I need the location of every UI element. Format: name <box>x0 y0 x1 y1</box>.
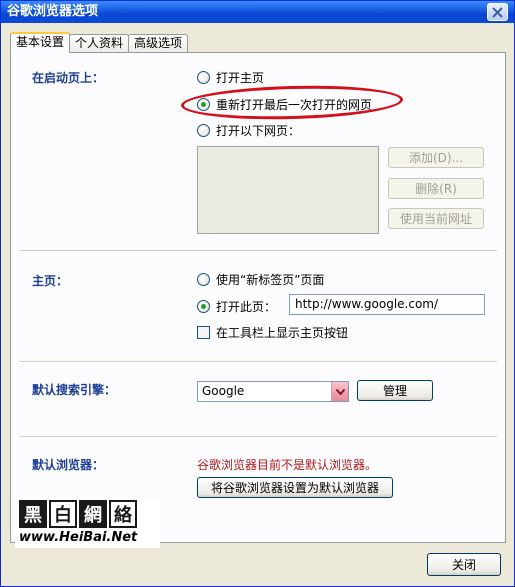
set-default-browser-button[interactable]: 将谷歌浏览器设置为默认浏览器 <box>197 477 393 498</box>
highlight-annotation <box>180 83 404 122</box>
tab-advanced[interactable]: 高级选项 <box>128 34 189 53</box>
startup-pages-list[interactable] <box>197 146 379 234</box>
default-browser-label: 默认浏览器： <box>32 458 105 472</box>
use-current-button[interactable]: 使用当前网址 <box>388 208 484 229</box>
radio-new-tab[interactable] <box>197 273 210 286</box>
manage-search-button[interactable]: 管理 <box>357 380 433 401</box>
watermark-logo: 黑 白 網 絡 <box>19 500 137 528</box>
watermark-char: 黑 <box>19 500 47 528</box>
show-home-button-checkbox[interactable] <box>197 326 210 339</box>
close-button[interactable]: 关闭 <box>427 553 501 576</box>
startup-option-homepage[interactable]: 打开主页 <box>197 69 264 86</box>
startup-option-pages[interactable]: 打开以下网页： <box>197 122 300 139</box>
startup-option-homepage-label: 打开主页 <box>216 71 265 85</box>
search-engine-select[interactable]: Google <box>197 381 349 402</box>
homepage-option-open-page-label: 打开此页： <box>216 300 277 314</box>
tab-personal[interactable]: 个人资料 <box>69 34 130 53</box>
default-browser-status: 谷歌浏览器目前不是默认浏览器。 <box>197 458 378 472</box>
close-window-button[interactable] <box>487 3 508 21</box>
remove-page-button[interactable]: 删除(R) <box>388 178 484 199</box>
divider <box>19 361 497 363</box>
watermark-char: 絡 <box>109 500 137 528</box>
basic-settings-panel: 在启动页上： 打开主页 重新打开最后一次打开的网页 打开以下网页： 添加(D).… <box>10 52 506 543</box>
divider <box>19 436 497 438</box>
watermark: 黑 白 網 絡 www.HeiBai.Net <box>15 498 160 548</box>
homepage-option-new-tab[interactable]: 使用“新标签页”页面 <box>197 271 324 288</box>
radio-homepage[interactable] <box>197 71 210 84</box>
search-engine-value: Google <box>202 384 245 398</box>
tab-strip: 基本设置 个人资料 高级选项 <box>10 32 189 53</box>
watermark-char: 白 <box>49 500 77 528</box>
tab-basic[interactable]: 基本设置 <box>10 32 71 53</box>
homepage-option-open-page[interactable]: 打开此页： <box>197 298 276 315</box>
startup-option-pages-label: 打开以下网页： <box>216 124 301 138</box>
homepage-label: 主页： <box>32 274 69 288</box>
add-page-button[interactable]: 添加(D)... <box>388 147 484 168</box>
show-home-button-option[interactable]: 在工具栏上显示主页按钮 <box>197 324 348 341</box>
title-bar[interactable]: 谷歌浏览器选项 <box>1 1 514 23</box>
chevron-down-icon[interactable] <box>331 382 348 401</box>
close-icon <box>492 6 503 18</box>
homepage-url-input[interactable]: http://www.google.com/ <box>289 294 485 315</box>
show-home-button-label: 在工具栏上显示主页按钮 <box>216 326 349 340</box>
startup-label: 在启动页上： <box>32 71 105 85</box>
radio-open-pages[interactable] <box>197 124 210 137</box>
watermark-char: 網 <box>79 500 107 528</box>
search-engine-label: 默认搜索引擎： <box>32 383 117 397</box>
radio-open-page[interactable] <box>197 300 210 313</box>
window-title: 谷歌浏览器选项 <box>7 4 99 19</box>
homepage-option-new-tab-label: 使用“新标签页”页面 <box>216 273 325 287</box>
watermark-url: www.HeiBai.Net <box>19 530 138 545</box>
divider <box>19 250 497 252</box>
options-window: 谷歌浏览器选项 基本设置 个人资料 高级选项 在启动页上： 打开主页 重新打开最… <box>0 0 515 587</box>
